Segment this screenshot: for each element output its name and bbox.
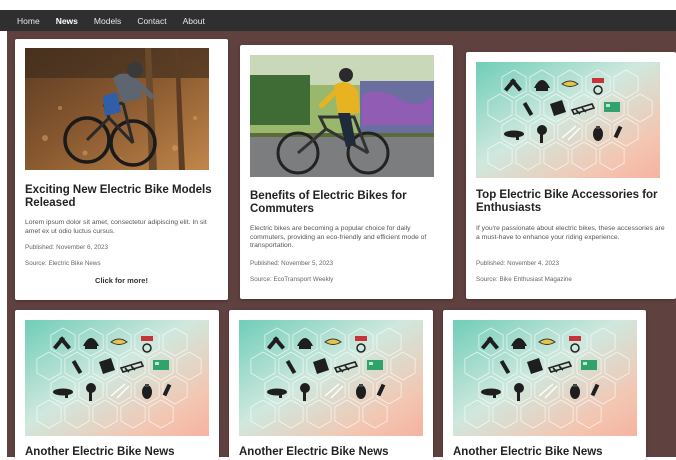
card-description: If you're passionate about electric bike…	[476, 225, 665, 241]
nav-news[interactable]: News	[56, 16, 78, 26]
card-title[interactable]: Another Electric Bike News	[25, 446, 215, 459]
mountain-bike-rider-photo	[25, 48, 209, 170]
source-label: Source: Electric Bike News	[25, 260, 101, 267]
news-card-2[interactable]: Benefits of Electric Bikes for Commuters…	[240, 45, 453, 299]
top-nav: Home News Models Contact About	[0, 10, 676, 31]
card-description: Electric bikes are becoming a popular ch…	[250, 225, 427, 250]
news-card-5[interactable]: Another Electric Bike News	[229, 310, 433, 460]
commuter-cyclist-photo	[250, 55, 434, 177]
news-card-4[interactable]: Another Electric Bike News	[15, 310, 219, 460]
published-date: Published: November 4, 2023	[476, 260, 559, 267]
published-date: Published: November 5, 2023	[250, 260, 333, 267]
source-label: Source: EcoTransport Weekly	[250, 276, 334, 283]
card-title[interactable]: Another Electric Bike News	[453, 446, 643, 459]
read-more-link[interactable]: Click for more!	[15, 276, 228, 285]
news-grid: Exciting New Electric Bike Models Releas…	[7, 31, 676, 460]
card-title[interactable]: Exciting New Electric Bike Models Releas…	[25, 184, 221, 210]
news-card-3[interactable]: Top Electric Bike Accessories for Enthus…	[466, 52, 676, 299]
nav-home[interactable]: Home	[17, 16, 40, 26]
card-title[interactable]: Top Electric Bike Accessories for Enthus…	[476, 189, 672, 215]
card-description: Lorem ipsum dolor sit amet, consectetur …	[25, 219, 207, 235]
news-card-1[interactable]: Exciting New Electric Bike Models Releas…	[15, 39, 228, 300]
card-title[interactable]: Another Electric Bike News	[239, 446, 429, 459]
bike-accessories-hex-grid	[239, 320, 423, 436]
nav-contact[interactable]: Contact	[137, 16, 166, 26]
nav-models[interactable]: Models	[94, 16, 121, 26]
bike-accessories-hex-grid	[476, 62, 660, 178]
source-label: Source: Bike Enthusiast Magazine	[476, 276, 572, 283]
card-title[interactable]: Benefits of Electric Bikes for Commuters	[250, 190, 446, 216]
bike-accessories-hex-grid	[453, 320, 637, 436]
published-date: Published: November 6, 2023	[25, 244, 108, 251]
nav-about[interactable]: About	[183, 16, 205, 26]
bike-accessories-hex-grid	[25, 320, 209, 436]
news-card-6[interactable]: Another Electric Bike News	[443, 310, 646, 460]
